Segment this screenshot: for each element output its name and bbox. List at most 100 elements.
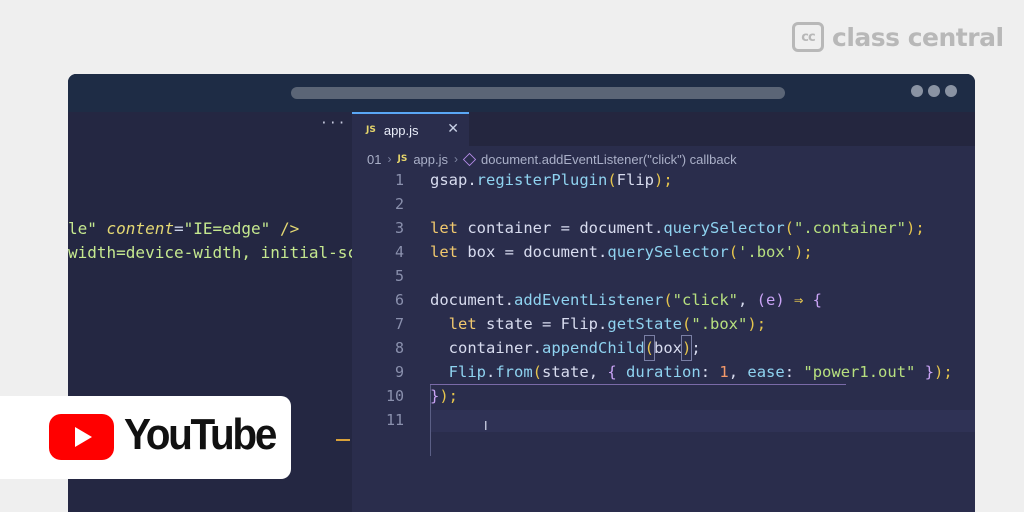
code-line: let state = Flip.getState(".box"); bbox=[430, 312, 953, 336]
code-token: , bbox=[728, 363, 748, 381]
code-token: registerPlugin bbox=[476, 171, 608, 189]
more-actions-icon[interactable]: ··· bbox=[320, 116, 346, 131]
code-token: box bbox=[458, 243, 505, 261]
code-token: { bbox=[812, 291, 822, 309]
window-menu-dots-icon[interactable] bbox=[911, 85, 957, 97]
code-token: = bbox=[504, 243, 515, 261]
code-token: container bbox=[458, 219, 561, 237]
class-central-logo: cc class central bbox=[792, 20, 1004, 54]
code-line: Flip.from(state, { duration: 1, ease: "p… bbox=[430, 360, 953, 384]
code-token: } bbox=[430, 387, 440, 405]
window-titlebar bbox=[68, 74, 975, 112]
code-token: ); bbox=[934, 363, 953, 381]
code-token: querySelector bbox=[663, 219, 785, 237]
code-token: { bbox=[607, 363, 617, 381]
class-central-mark-icon: cc bbox=[792, 22, 824, 52]
brand-name: class central bbox=[832, 22, 1004, 52]
line-number: 6 bbox=[394, 291, 404, 309]
chevron-right-icon: › bbox=[387, 152, 392, 166]
code-token: . bbox=[467, 171, 477, 189]
left-token: le" bbox=[68, 219, 107, 238]
tab-app-js[interactable]: JS app.js ✕ bbox=[352, 112, 469, 146]
youtube-wordmark: YouTube bbox=[124, 410, 277, 459]
code-token: , bbox=[737, 291, 757, 309]
breadcrumb-symbol[interactable]: document.addEventListener("click") callb… bbox=[481, 152, 737, 167]
dot bbox=[945, 85, 957, 97]
code-token: state bbox=[476, 315, 542, 333]
dot bbox=[928, 85, 940, 97]
js-file-icon: JS bbox=[397, 154, 408, 164]
code-token: ( bbox=[663, 291, 673, 309]
code-token: ); bbox=[906, 219, 925, 237]
code-token: ( bbox=[784, 219, 795, 237]
code-token: : bbox=[784, 363, 804, 381]
tab-strip: JS app.js ✕ bbox=[352, 112, 975, 146]
code-token: let bbox=[430, 219, 458, 237]
code-token: gsap bbox=[430, 171, 468, 189]
chevron-right-icon: › bbox=[454, 152, 459, 166]
code-token: . bbox=[598, 243, 608, 261]
code-token: . bbox=[598, 315, 608, 333]
left-code: le" content="IE=edge" /> width=device-wid… bbox=[68, 217, 352, 265]
code-token: box bbox=[654, 339, 683, 357]
code-token: . bbox=[504, 291, 514, 309]
code-token: , bbox=[588, 363, 608, 381]
code-token: ( bbox=[682, 315, 692, 333]
code-line: }); bbox=[430, 384, 953, 408]
code-token: ); bbox=[747, 315, 767, 333]
code-token: ⇒ bbox=[784, 291, 813, 309]
code-token: . bbox=[486, 363, 496, 381]
left-code-line: le" content="IE=edge" /> bbox=[68, 217, 352, 241]
line-number: 7 bbox=[394, 315, 404, 333]
code-token: } bbox=[915, 363, 935, 381]
code-token: ( bbox=[532, 363, 543, 381]
brand-mark-text: cc bbox=[801, 29, 815, 45]
cube-icon bbox=[462, 152, 477, 166]
play-triangle-icon bbox=[75, 427, 92, 447]
code-token: ; bbox=[691, 339, 701, 357]
line-number: 3 bbox=[394, 219, 404, 237]
code-content[interactable]: gsap.registerPlugin(Flip); let container… bbox=[430, 168, 953, 432]
code-token: '.box' bbox=[738, 243, 795, 261]
scroll-marker bbox=[336, 439, 350, 441]
code-token: duration bbox=[616, 363, 701, 381]
youtube-badge[interactable]: YouTube bbox=[0, 396, 291, 479]
code-token: "click" bbox=[672, 291, 738, 309]
address-bar[interactable] bbox=[291, 87, 785, 99]
left-code-line: width=device-width, initial-sc bbox=[68, 243, 352, 262]
close-icon[interactable]: ✕ bbox=[447, 121, 459, 137]
dot bbox=[911, 85, 923, 97]
left-attr: content bbox=[106, 219, 174, 238]
code-token: = bbox=[542, 315, 552, 333]
code-token: let bbox=[448, 315, 477, 333]
code-token: Flip bbox=[448, 363, 486, 381]
code-token: Flip bbox=[551, 315, 599, 333]
code-token: . bbox=[532, 339, 543, 357]
line-number: 4 bbox=[394, 243, 404, 261]
code-token: querySelector bbox=[607, 243, 729, 261]
code-token: document bbox=[570, 219, 654, 237]
code-token: document bbox=[514, 243, 599, 261]
code-token: = bbox=[560, 219, 570, 237]
code-token: document bbox=[430, 291, 505, 309]
line-number: 1 bbox=[394, 171, 404, 189]
code-token: ".box" bbox=[691, 315, 748, 333]
code-token: getState bbox=[607, 315, 683, 333]
code-line: document.addEventListener("click", (e) ⇒… bbox=[430, 288, 953, 312]
code-token: ); bbox=[439, 387, 459, 405]
code-token: (e) bbox=[756, 291, 785, 309]
js-file-icon: JS bbox=[366, 125, 376, 135]
code-line: gsap.registerPlugin(Flip); bbox=[430, 168, 953, 192]
code-token: from bbox=[495, 363, 533, 381]
code-token: ); bbox=[794, 243, 813, 261]
code-editor: JS app.js ✕ 01 › JS app.js › document.ad… bbox=[352, 112, 975, 512]
breadcrumb-file[interactable]: app.js bbox=[413, 152, 448, 167]
code-token: addEventListener bbox=[514, 291, 664, 309]
code-token: ( bbox=[643, 335, 656, 361]
breadcrumb-folder[interactable]: 01 bbox=[367, 152, 381, 167]
code-line: let box = document.querySelector('.box')… bbox=[430, 240, 953, 264]
code-token: Flip bbox=[616, 171, 654, 189]
